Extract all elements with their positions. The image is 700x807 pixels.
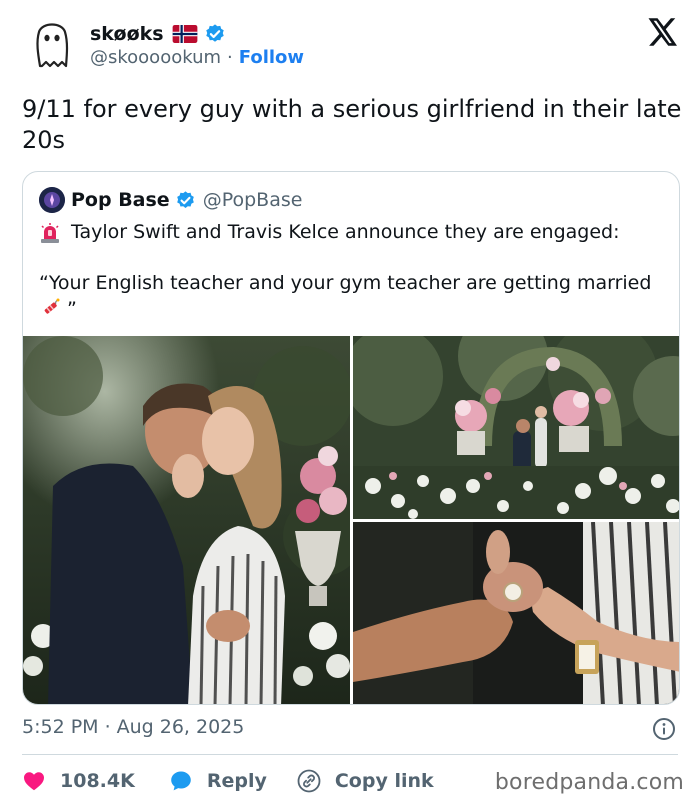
- reply-button[interactable]: Reply: [169, 769, 267, 793]
- author-display-name[interactable]: skøøks: [90, 23, 164, 45]
- ghost-avatar[interactable]: [22, 14, 82, 74]
- verified-badge-icon: [205, 24, 224, 42]
- separator: ·: [227, 47, 233, 68]
- link-icon: [297, 769, 321, 793]
- copy-link-button[interactable]: Copy link: [297, 769, 434, 793]
- like-button[interactable]: 108.4K: [22, 769, 135, 793]
- divider: [22, 754, 678, 755]
- popbase-avatar[interactable]: [39, 187, 65, 213]
- tweet-actions: 108.4K Reply Copy link: [22, 766, 434, 796]
- author-name-row: skøøks: [90, 20, 226, 48]
- quoted-quote-text: “Your English teacher and your gym teach…: [39, 270, 673, 322]
- quoted-tweet-card[interactable]: Pop Base @PopBase Taylor Swift and Travi…: [22, 171, 680, 705]
- norway-flag-icon: [172, 25, 197, 43]
- quote-close: ”: [61, 298, 77, 320]
- quoted-handle[interactable]: @PopBase: [203, 189, 303, 211]
- copy-link-label: Copy link: [334, 770, 434, 792]
- quote-body: “Your English teacher and your gym teach…: [39, 272, 652, 294]
- tweet-header: skøøks @skoooookum · Follow: [0, 0, 700, 84]
- reply-label: Reply: [206, 770, 267, 792]
- tweet-time: 5:52 PM: [22, 716, 99, 738]
- separator: ·: [104, 716, 111, 738]
- photo-grid: [23, 336, 679, 704]
- info-icon[interactable]: [652, 717, 676, 741]
- x-logo-icon[interactable]: [648, 18, 678, 46]
- tweet-date: Aug 26, 2025: [116, 716, 245, 738]
- like-count: 108.4K: [60, 770, 135, 792]
- quoted-line-1: Taylor Swift and Travis Kelce announce t…: [39, 220, 667, 245]
- embrace-photo[interactable]: [23, 336, 350, 704]
- tweet-text: 9/11 for every guy with a serious girlfr…: [22, 95, 682, 154]
- reply-bubble-icon: [171, 771, 191, 791]
- author-handle[interactable]: @skoooookum: [90, 47, 221, 68]
- garden-proposal-photo[interactable]: [353, 336, 679, 519]
- siren-icon: [41, 222, 59, 243]
- quoted-announcement: Taylor Swift and Travis Kelce announce t…: [71, 221, 620, 243]
- boredpanda-watermark: boredpanda.com: [494, 770, 684, 795]
- firecracker-icon: [44, 298, 60, 314]
- follow-button[interactable]: Follow: [239, 47, 304, 68]
- author-handle-row: @skoooookum · Follow: [90, 47, 304, 68]
- verified-badge-icon: [176, 190, 194, 208]
- hands-ring-photo[interactable]: [353, 522, 679, 704]
- quoted-tweet-header: Pop Base @PopBase: [39, 186, 302, 214]
- heart-icon: [24, 772, 44, 791]
- tweet-timestamp[interactable]: 5:52 PM · Aug 26, 2025: [22, 716, 244, 738]
- quoted-display-name[interactable]: Pop Base: [71, 189, 170, 211]
